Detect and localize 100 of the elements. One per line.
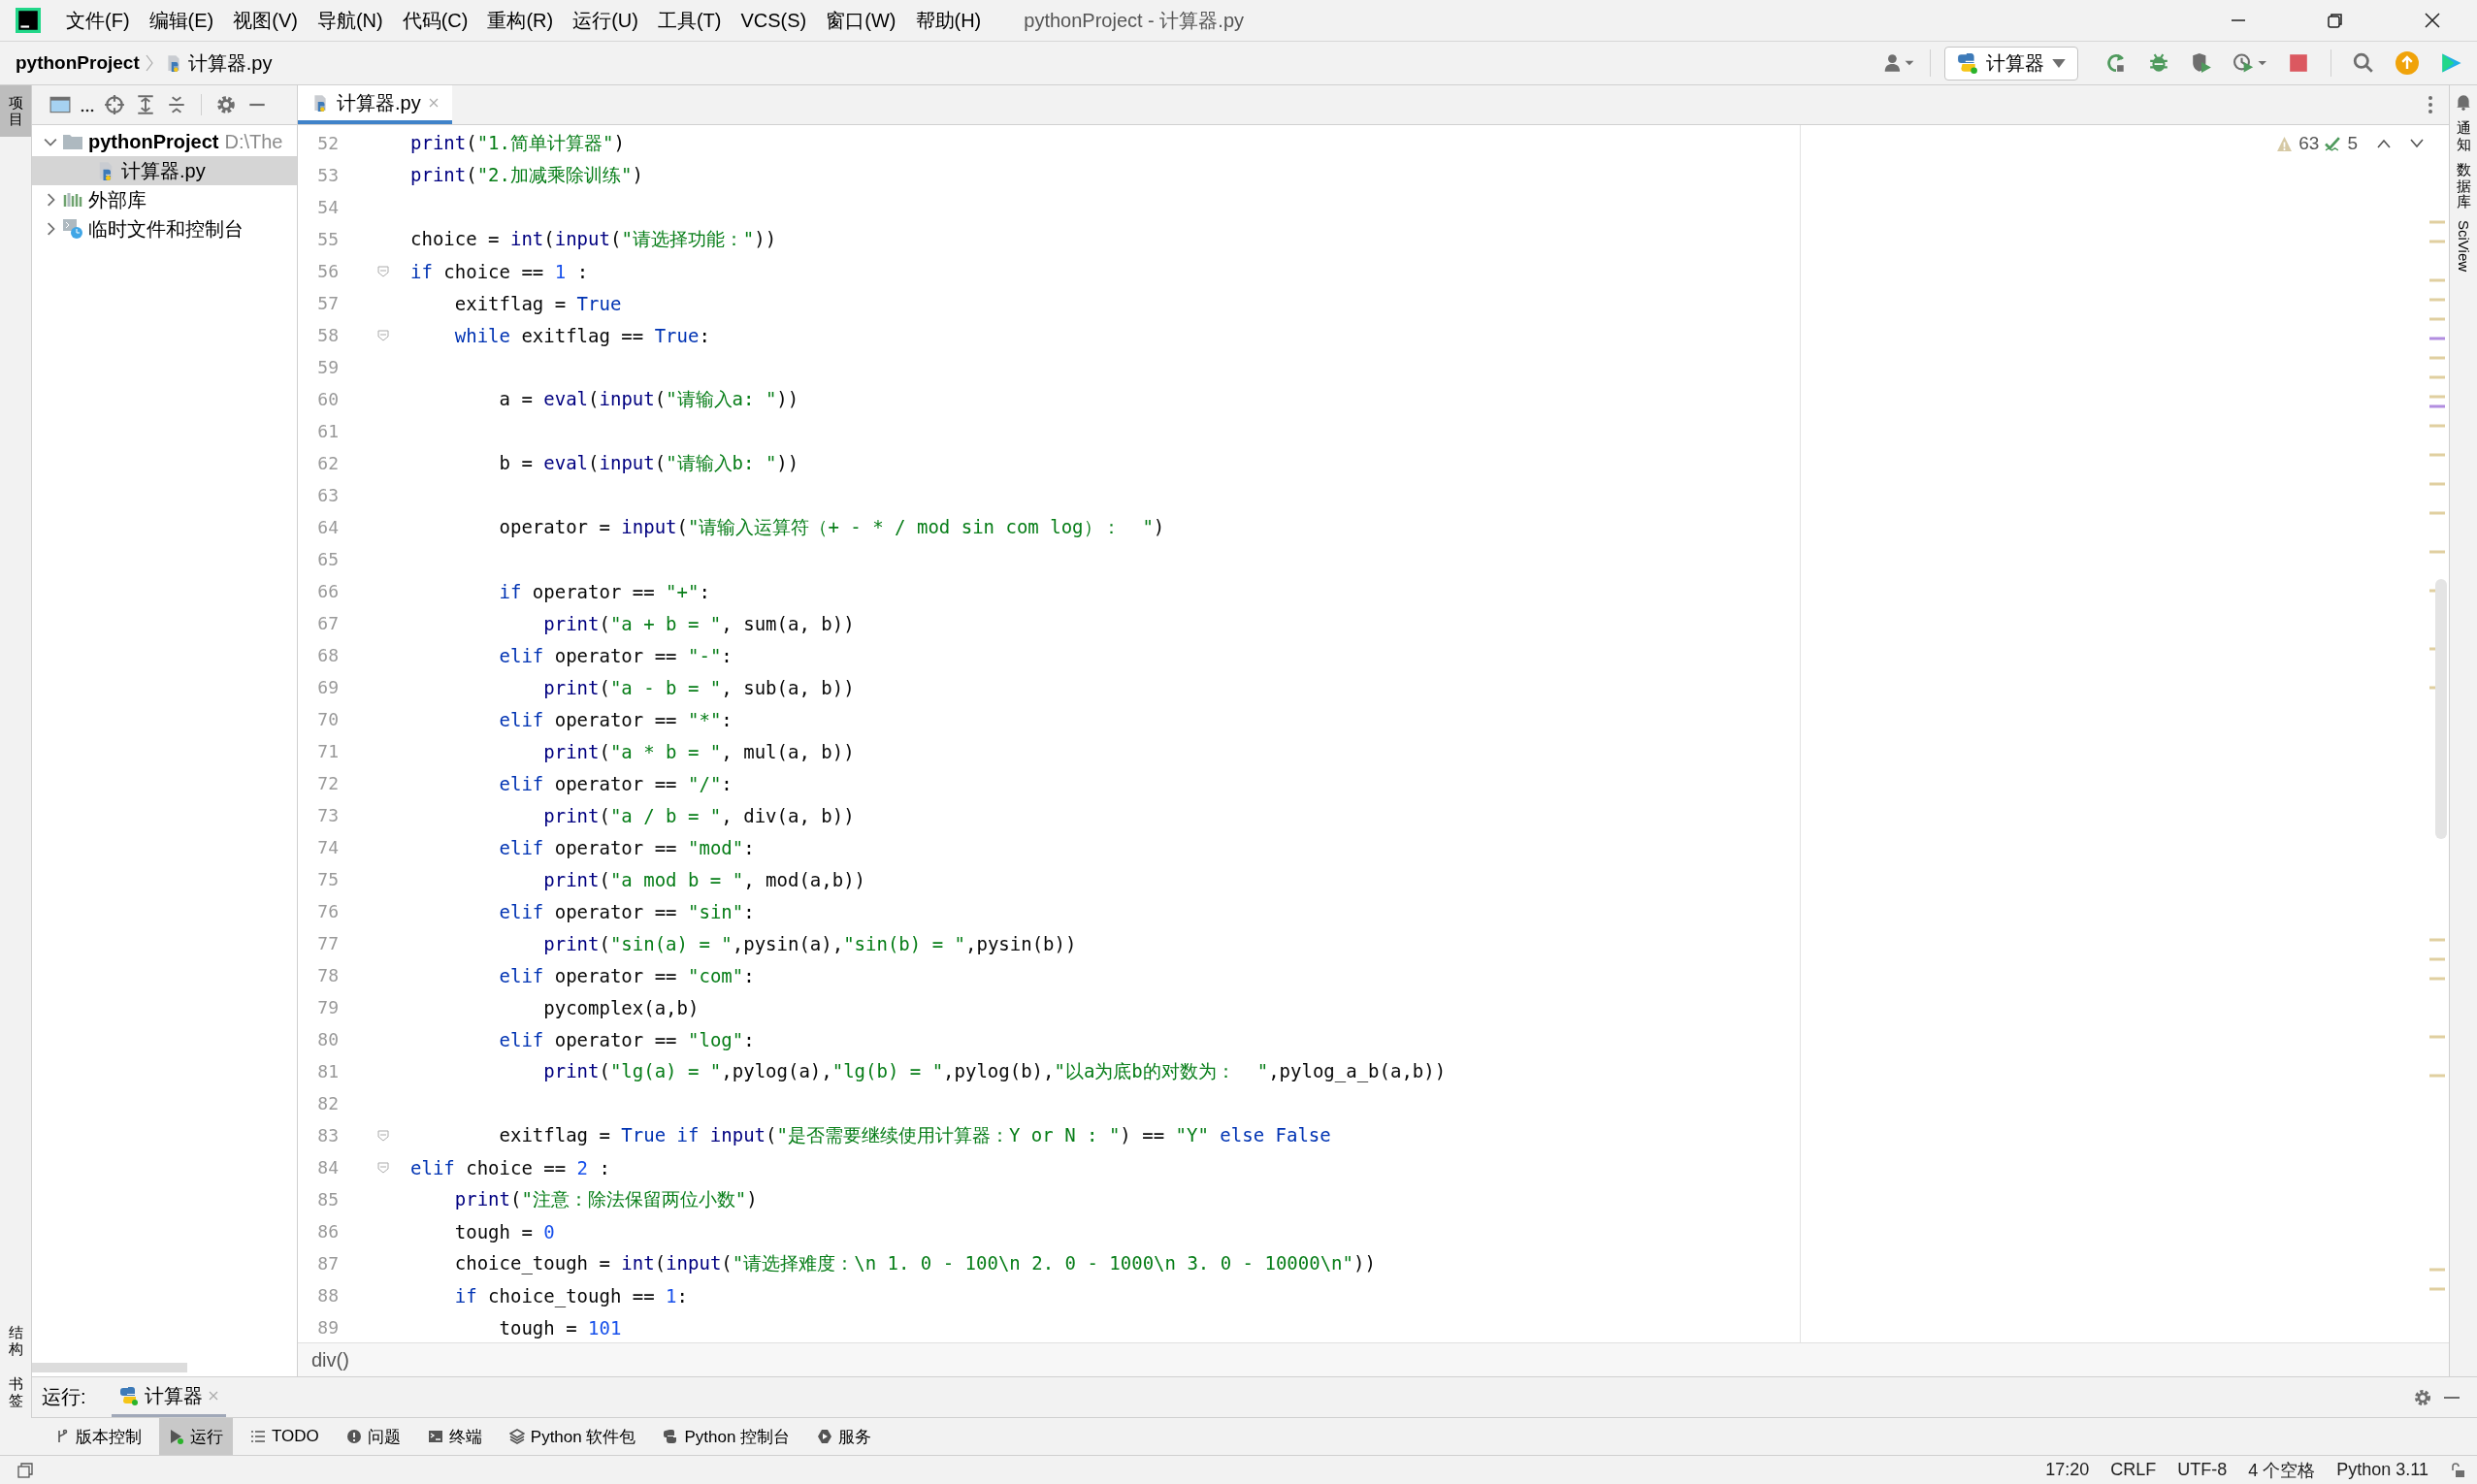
menu-item[interactable]: 帮助(H)	[915, 7, 982, 34]
next-icon[interactable]	[2410, 139, 2424, 148]
menu-item[interactable]: VCS(S)	[740, 9, 807, 32]
project-tool-tab[interactable]: 项目	[0, 85, 31, 137]
code-line: if choice == 1 :	[410, 260, 589, 282]
line-number: 82	[316, 1093, 339, 1113]
code-line: print("1.简单计算器")	[410, 130, 625, 155]
dropdown-arrow-icon	[2052, 58, 2066, 68]
code-line: operator = input("请输入运算符（+ - * / mod sin com log）： ")	[498, 514, 1165, 539]
line-number: 71	[316, 741, 339, 761]
scratch-console-icon	[63, 219, 82, 239]
status-bar-item[interactable]: Python 3.11	[2336, 1460, 2428, 1480]
tool-window-tab[interactable]: 数据库	[2456, 162, 2471, 210]
debug-icon[interactable]	[2148, 52, 2169, 74]
line-number: 61	[316, 421, 339, 441]
stop-icon[interactable]	[2288, 52, 2309, 74]
locate-icon[interactable]	[104, 94, 125, 115]
menu-item[interactable]: 代码(C)	[402, 7, 469, 34]
app-logo-icon	[16, 8, 41, 33]
menu-item[interactable]: 重构(R)	[487, 7, 554, 34]
tool-window-tab[interactable]: SciView	[2455, 219, 2472, 272]
tree-item[interactable]: 外部库	[32, 185, 297, 214]
expand-all-icon[interactable]	[135, 94, 156, 115]
code-line: pycomplex(a,b)	[542, 996, 700, 1018]
previous-icon[interactable]	[2377, 139, 2391, 148]
line-number: 64	[316, 517, 339, 537]
code-line: print("a + b = ", sum(a, b))	[542, 612, 855, 634]
lock-icon[interactable]	[2450, 1462, 2465, 1478]
profile-icon[interactable]	[2233, 52, 2266, 74]
code-line: print("sin(a) = ",pysin(a),"sin(b) = ",pysin(b))	[542, 932, 1077, 954]
menu-item[interactable]: 编辑(E)	[148, 7, 214, 34]
code-line: elif operator == "mod":	[498, 836, 755, 858]
tool-window-button[interactable]: 问题	[336, 1418, 410, 1455]
tool-window-tab[interactable]: 通知	[2456, 120, 2471, 152]
search-icon[interactable]	[2353, 52, 2374, 74]
code-breadcrumb[interactable]: div()	[311, 1348, 349, 1371]
status-bar-item[interactable]: 4 个空格	[2248, 1458, 2316, 1482]
panel-toggle-icon[interactable]	[17, 1462, 33, 1478]
tool-window-button[interactable]: TODO	[241, 1418, 329, 1455]
tool-window-button[interactable]: Python 控制台	[653, 1418, 800, 1455]
status-bar-item[interactable]: 17:20	[2045, 1460, 2090, 1480]
menu-item[interactable]: 文件(F)	[66, 7, 130, 34]
tool-window-tab[interactable]: 书签	[0, 1367, 31, 1418]
settings-icon[interactable]	[215, 94, 237, 115]
scrollbar[interactable]	[2435, 579, 2447, 839]
code-line: print("a / b = ", div(a, b))	[542, 804, 855, 826]
close-icon[interactable]	[2423, 11, 2442, 30]
close-tab-icon[interactable]	[428, 98, 439, 108]
status-bar-item[interactable]: UTF-8	[2177, 1460, 2228, 1480]
python-icon	[663, 1429, 679, 1444]
packages-icon	[508, 1429, 525, 1444]
line-number: 57	[316, 293, 339, 313]
weak-warning-count[interactable]: 5	[2347, 133, 2358, 154]
tree-item[interactable]: 计算器.py	[32, 156, 297, 185]
line-number: 77	[316, 933, 339, 953]
line-number: 65	[316, 549, 339, 569]
run-configuration-dropdown[interactable]: 计算器	[1944, 46, 2078, 81]
tool-window-button[interactable]: Python 软件包	[499, 1418, 646, 1455]
code-line: while exitflag == True:	[453, 324, 710, 346]
line-number: 67	[316, 613, 339, 633]
settings-icon[interactable]	[2413, 1387, 2432, 1407]
editor-tab[interactable]: 计算器.py	[298, 85, 452, 124]
code-line: tough = 0	[453, 1220, 555, 1242]
code-line: elif operator == "/":	[498, 772, 733, 794]
code-line: print("lg(a) = ",pylog(a),"lg(b) = ",pylog(b),"以a为底b的对数为： ",pylog_a_b(a,b))	[542, 1058, 1447, 1084]
code-line: choice_tough = int(input("请选择难度：\n 1. 0 - 100\n 2. 0 - 1000\n 3. 0 - 10000\n"))	[453, 1250, 1376, 1276]
view-mode-icon[interactable]	[49, 94, 71, 115]
code-line: print("a mod b = ", mod(a,b))	[542, 868, 866, 890]
scrollbar[interactable]	[32, 1363, 187, 1372]
menu-item[interactable]: 工具(T)	[657, 7, 722, 34]
menu-item[interactable]: 窗口(W)	[826, 7, 896, 34]
coverage-icon[interactable]	[2191, 52, 2212, 74]
line-number: 66	[316, 581, 339, 601]
restore-icon[interactable]	[2326, 11, 2345, 30]
rerun-icon[interactable]	[2105, 52, 2127, 74]
menu-item[interactable]: 运行(U)	[572, 7, 638, 34]
code-line: print("a - b = ", sub(a, b))	[542, 676, 855, 698]
bell-icon[interactable]	[2455, 93, 2472, 111]
tool-window-button[interactable]: 版本控制	[45, 1418, 151, 1455]
warning-count[interactable]: 63	[2298, 133, 2320, 154]
code-line: elif operator == "sin":	[498, 900, 755, 922]
line-number: 52	[316, 133, 339, 153]
tool-window-button[interactable]: 终端	[417, 1418, 492, 1455]
line-number: 68	[316, 645, 339, 665]
menu-item[interactable]: 导航(N)	[316, 7, 383, 34]
more-icon[interactable]	[2428, 95, 2433, 114]
tree-item[interactable]: 临时文件和控制台	[32, 214, 297, 243]
code-line: print("a * b = ", mul(a, b))	[542, 740, 855, 762]
breadcrumb-project[interactable]: pythonProject	[16, 52, 140, 74]
tool-window-tab[interactable]: 结构	[0, 1315, 31, 1367]
breadcrumb-file[interactable]: 计算器.py	[187, 49, 273, 77]
menu-item[interactable]: 视图(V)	[233, 7, 298, 34]
code-line: exitflag = True	[453, 292, 622, 314]
tree-item[interactable]: pythonProject D:\The	[32, 127, 297, 156]
status-bar-item[interactable]: CRLF	[2110, 1460, 2157, 1480]
code-line: tough = 101	[498, 1316, 622, 1339]
tool-window-button[interactable]: 服务	[807, 1418, 882, 1455]
tool-window-button[interactable]: 运行	[159, 1418, 233, 1455]
line-number: 84	[316, 1157, 339, 1178]
collapse-all-icon[interactable]	[166, 94, 187, 115]
